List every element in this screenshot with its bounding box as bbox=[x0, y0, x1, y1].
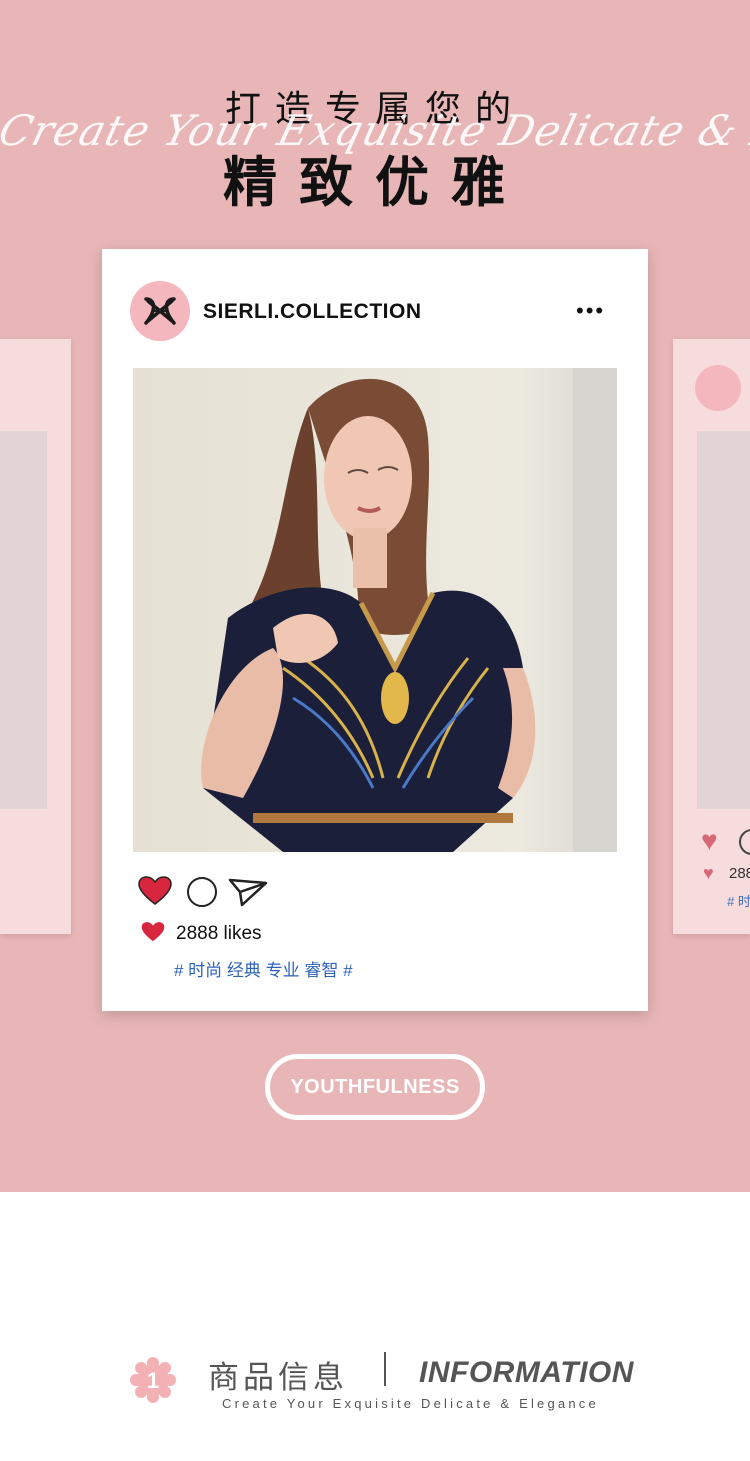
like-heart-icon: ♥ bbox=[701, 825, 718, 856]
likes-count: 2888 likes bbox=[176, 923, 262, 944]
like-heart-icon[interactable] bbox=[138, 876, 172, 906]
brand-logo-icon bbox=[695, 365, 741, 411]
account-handle[interactable]: SIERLI.COLLECTION bbox=[203, 300, 422, 324]
youthfulness-badge: YOUTHFULNESS bbox=[265, 1054, 485, 1120]
info-title-en: INFORMATION bbox=[419, 1356, 634, 1389]
side-post-card-left bbox=[0, 339, 71, 934]
likes-heart-icon bbox=[141, 922, 165, 942]
post-photo bbox=[133, 368, 617, 852]
social-post-card: SIERLI.COLLECTION ••• 2888 likes # 时尚 经典… bbox=[102, 249, 648, 1011]
hero-banner: 打造专属您的 Create Your Exquisite Delicate & … bbox=[0, 0, 750, 1192]
share-send-icon[interactable] bbox=[228, 877, 268, 907]
section-number: 1 bbox=[147, 1368, 159, 1393]
post-hashtags[interactable]: # 时尚 经典 专业 睿智 # bbox=[174, 956, 353, 981]
info-divider bbox=[384, 1352, 386, 1386]
info-title-cn: 商品信息 bbox=[208, 1360, 348, 1396]
model-dress-photo bbox=[133, 368, 617, 852]
hero-title-main: 精致优雅 bbox=[223, 151, 527, 214]
side-post-card-right: ♥ ♥ 2888 # 时 bbox=[673, 339, 750, 934]
more-options-icon[interactable]: ••• bbox=[576, 300, 605, 322]
side-post-image bbox=[697, 431, 750, 809]
comment-icon[interactable] bbox=[187, 877, 217, 907]
side-post-image bbox=[0, 431, 47, 809]
brand-logo-icon bbox=[144, 297, 176, 325]
likes-heart-icon: ♥ bbox=[703, 863, 714, 883]
side-hashtags: # 时 bbox=[727, 894, 750, 909]
section-number-badge-icon: 1 bbox=[130, 1357, 176, 1403]
info-subtitle: Create Your Exquisite Delicate & Eleganc… bbox=[222, 1396, 599, 1411]
comment-icon bbox=[739, 829, 750, 855]
brand-avatar[interactable] bbox=[130, 281, 190, 341]
side-likes-count: 2888 bbox=[729, 865, 750, 882]
